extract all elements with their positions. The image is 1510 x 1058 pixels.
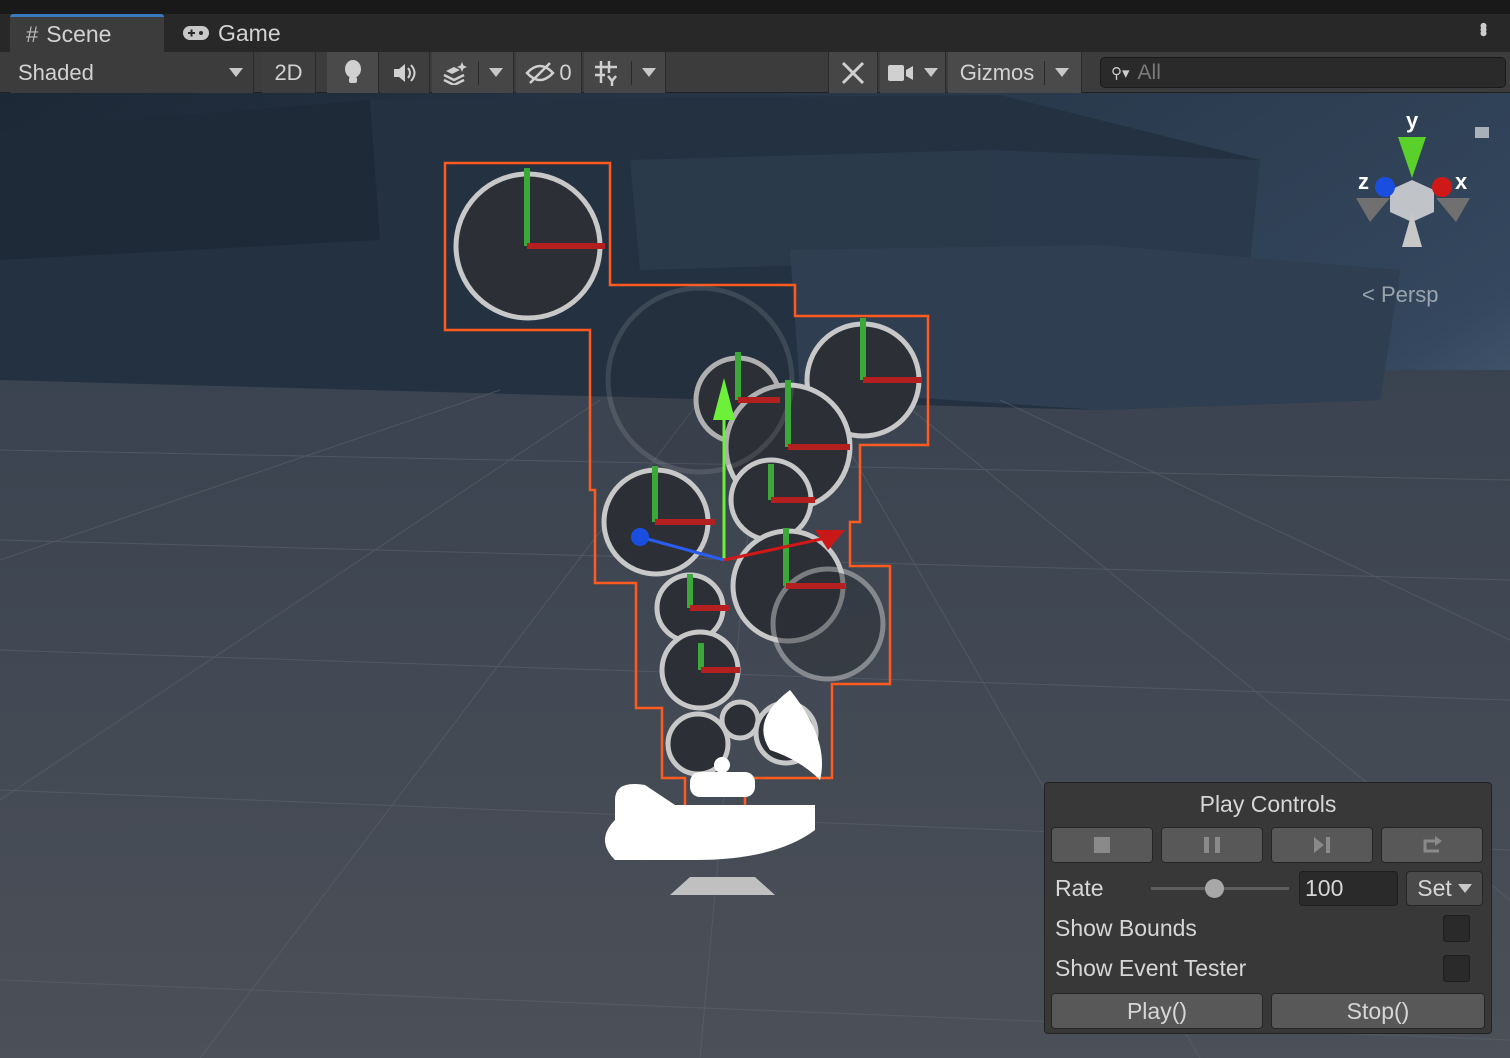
tab-bar: # Scene Game •••	[0, 14, 1510, 52]
grid-snap-icon	[595, 60, 617, 86]
show-event-tester-label: Show Event Tester	[1055, 955, 1247, 981]
play-controls-overlay: Play Controls Rate 100 Set Show Bounds S…	[1044, 782, 1492, 1034]
shading-mode-dropdown[interactable]: Shaded	[10, 52, 254, 93]
gizmos-dropdown[interactable]: Gizmos	[948, 52, 1082, 93]
rate-input[interactable]: 100	[1299, 871, 1398, 906]
chevron-down-icon	[923, 68, 938, 77]
show-bounds-label: Show Bounds	[1055, 915, 1197, 941]
step-button[interactable]	[1271, 827, 1373, 863]
chevron-down-icon	[229, 68, 243, 77]
stop-icon	[1094, 837, 1110, 853]
show-bounds-checkbox[interactable]	[1443, 915, 1470, 942]
tab-scene[interactable]: # Scene	[10, 14, 164, 52]
grid-snapping-dropdown[interactable]	[584, 52, 666, 93]
search-placeholder: All	[1137, 60, 1161, 84]
rate-slider-thumb[interactable]	[1204, 879, 1224, 898]
play-label: Play()	[1126, 997, 1188, 1024]
effects-dropdown[interactable]	[432, 52, 514, 93]
axis-label-z: z	[1358, 169, 1369, 194]
stop-label: Stop()	[1346, 997, 1410, 1024]
restart-icon	[1423, 836, 1442, 853]
chevron-down-icon	[489, 68, 503, 77]
tab-label: Scene	[46, 21, 112, 47]
shading-mode-value: Shaded	[18, 59, 94, 85]
play-button[interactable]: Play()	[1051, 993, 1263, 1029]
axis-label-y: y	[1406, 108, 1419, 133]
scene-visibility-toggle[interactable]: 0	[516, 52, 582, 93]
rate-label: Rate	[1055, 875, 1104, 901]
audio-toggle-button[interactable]	[380, 52, 430, 93]
tab-label: Game	[218, 19, 281, 46]
2d-label: 2D	[274, 59, 303, 85]
lock-icon	[1475, 127, 1489, 138]
chevron-down-icon	[642, 68, 656, 77]
effects-layers-icon	[443, 61, 467, 85]
set-label: Set	[1417, 875, 1452, 901]
projection-toggle[interactable]: < Persp	[1362, 282, 1438, 307]
tab-game[interactable]: Game	[166, 14, 296, 52]
rate-value: 100	[1305, 875, 1344, 901]
show-event-tester-checkbox[interactable]	[1443, 955, 1470, 982]
restart-button[interactable]	[1381, 827, 1483, 863]
lightbulb-icon	[344, 59, 361, 83]
hidden-count: 0	[559, 59, 572, 85]
camera-icon	[887, 64, 913, 81]
more-options-icon[interactable]: •••	[1470, 22, 1496, 33]
stop-button[interactable]	[1051, 827, 1153, 863]
chevron-down-icon	[1457, 884, 1472, 893]
gamepad-icon	[183, 26, 209, 40]
stop-call-button[interactable]: Stop()	[1271, 993, 1485, 1029]
scene-search-input[interactable]: ⚲▾ All	[1100, 57, 1506, 88]
set-dropdown[interactable]: Set	[1406, 871, 1483, 906]
camera-settings-dropdown[interactable]	[880, 52, 946, 93]
search-icon: ⚲▾	[1111, 64, 1130, 82]
tools-button[interactable]	[828, 52, 878, 93]
top-strip	[0, 0, 1510, 14]
axis-label-x: x	[1455, 169, 1468, 194]
step-forward-icon	[1314, 837, 1330, 853]
pause-button[interactable]	[1161, 827, 1263, 863]
gizmos-label: Gizmos	[959, 59, 1035, 85]
eye-hidden-icon	[525, 61, 556, 84]
scene-toolbar: Shaded 2D 0 Gizmos ⚲▾ All	[0, 52, 1510, 93]
lighting-toggle-button[interactable]	[327, 52, 379, 93]
panel-title: Play Controls	[1199, 791, 1337, 817]
2d-toggle-button[interactable]: 2D	[262, 52, 316, 93]
tools-icon	[841, 61, 865, 84]
grid-hash-icon: #	[26, 21, 39, 47]
chevron-down-icon	[1055, 68, 1070, 77]
speaker-icon	[393, 63, 415, 82]
pause-icon	[1204, 837, 1220, 853]
